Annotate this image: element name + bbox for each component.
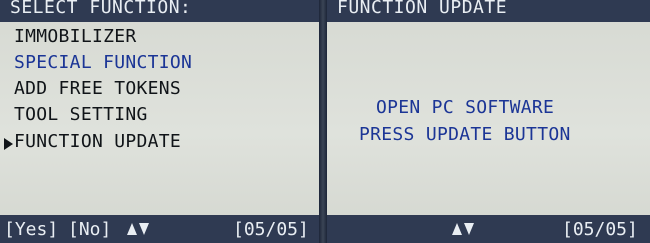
- yes-button[interactable]: [Yes]: [4, 218, 58, 242]
- menu-item-immobilizer[interactable]: IMMOBILIZER: [14, 25, 137, 49]
- instruction-line-2: PRESS UPDATE BUTTON: [359, 124, 571, 145]
- footer-bar: [Yes] [No] [05/05]: [0, 215, 319, 243]
- screen-title: FUNCTION UPDATE: [337, 0, 508, 18]
- page-indicator: [05/05]: [233, 219, 309, 240]
- selection-arrow-icon: [4, 138, 13, 150]
- scroll-up-icon[interactable]: [452, 223, 462, 235]
- menu-item-function-update[interactable]: FUNCTION UPDATE: [14, 130, 181, 154]
- scroll-arrows[interactable]: [127, 223, 149, 235]
- header-bar: SELECT FUNCTION:: [0, 0, 319, 22]
- screen-divider: [319, 0, 327, 243]
- function-update-screen: FUNCTION UPDATE OPEN PC SOFTWARE PRESS U…: [327, 0, 650, 243]
- page-indicator: [05/05]: [562, 219, 638, 240]
- header-bar: FUNCTION UPDATE: [327, 0, 650, 22]
- scroll-down-icon[interactable]: [139, 223, 149, 235]
- screen-title: SELECT FUNCTION:: [10, 0, 192, 18]
- scroll-up-icon[interactable]: [127, 223, 137, 235]
- scroll-arrows[interactable]: [452, 223, 474, 235]
- footer-bar: [05/05]: [327, 215, 650, 243]
- menu-item-special-function[interactable]: SPECIAL FUNCTION: [14, 51, 192, 75]
- select-function-screen: SELECT FUNCTION: IMMOBILIZER SPECIAL FUN…: [0, 0, 319, 243]
- device-display: SELECT FUNCTION: IMMOBILIZER SPECIAL FUN…: [0, 0, 650, 243]
- menu-item-tool-setting[interactable]: TOOL SETTING: [14, 103, 148, 127]
- scroll-down-icon[interactable]: [464, 223, 474, 235]
- instruction-line-1: OPEN PC SOFTWARE: [376, 97, 555, 118]
- menu-item-add-free-tokens[interactable]: ADD FREE TOKENS: [14, 77, 181, 101]
- no-button[interactable]: [No]: [68, 218, 111, 242]
